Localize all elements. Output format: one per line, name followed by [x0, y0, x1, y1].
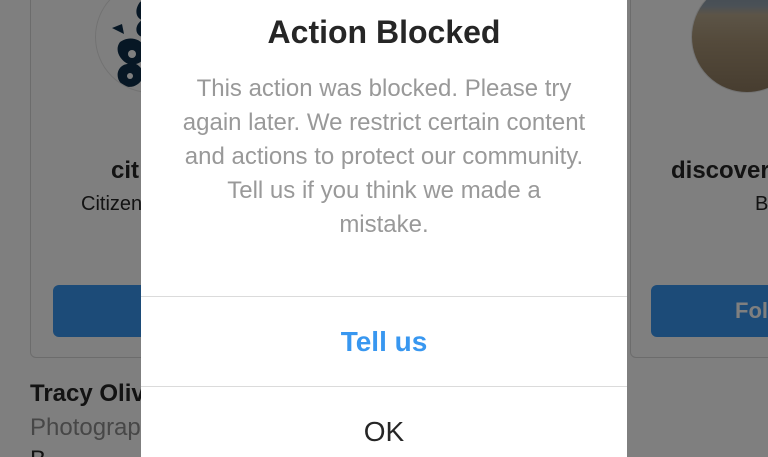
tell-us-button[interactable]: Tell us [141, 297, 627, 386]
action-blocked-dialog: Action Blocked This action was blocked. … [141, 0, 627, 457]
dialog-title: Action Blocked [267, 14, 501, 50]
ok-button[interactable]: OK [141, 387, 627, 457]
app-screen: cit Citizen F discover B Fol Tracy Oliv … [0, 0, 768, 457]
dialog-message: This action was blocked. Please try agai… [182, 75, 586, 238]
